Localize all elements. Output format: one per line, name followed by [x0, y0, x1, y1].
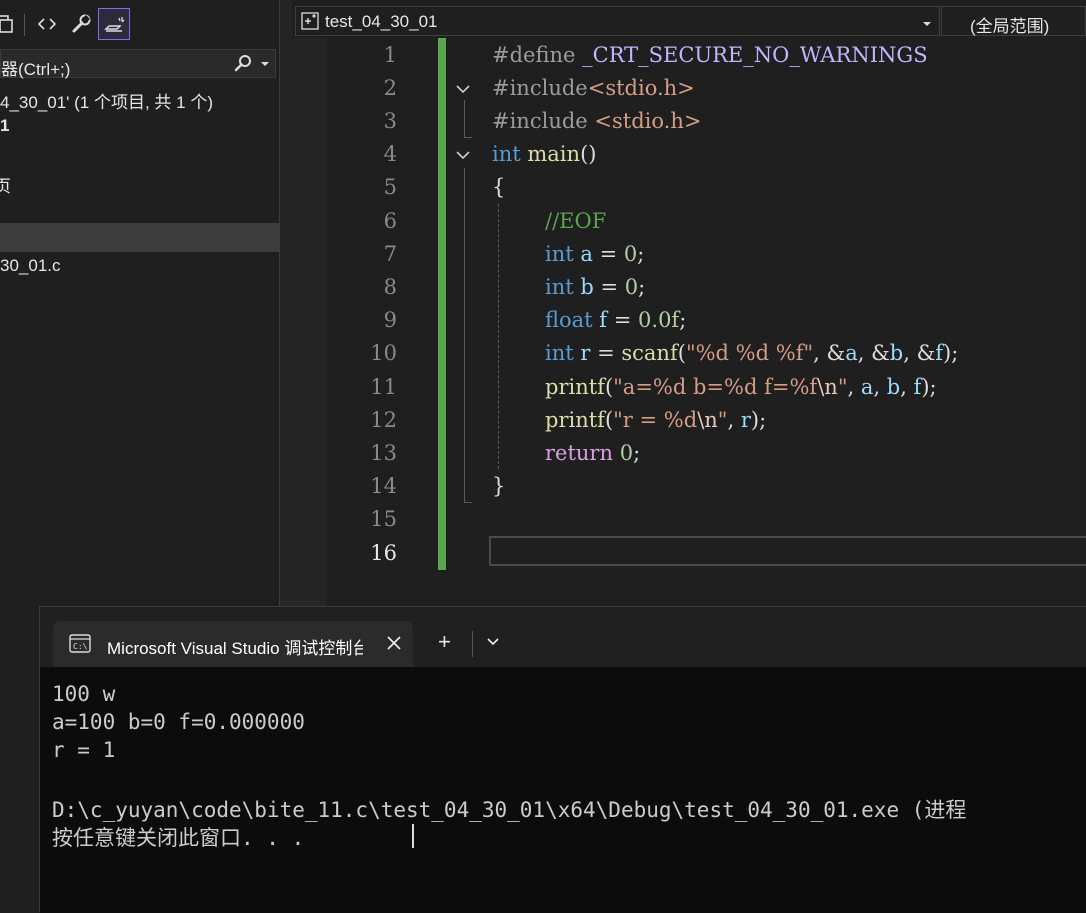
line-number: 14 — [370, 474, 397, 498]
tab-separator — [472, 631, 473, 657]
wrench-icon[interactable] — [65, 8, 97, 40]
collapse-all-icon[interactable] — [0, 8, 20, 40]
indent-guide — [498, 204, 499, 469]
selected-tree-row[interactable] — [0, 223, 279, 252]
terminal-output[interactable]: 100 w a=100 b=0 f=0.000000 r = 1 D:\c_yu… — [40, 667, 1086, 913]
terminal-line: r = 1 — [52, 738, 116, 762]
terminal-line: D:\c_yuyan\code\bite_11.c\test_04_30_01\… — [52, 798, 967, 822]
code-line-12: printf("r = %d\n", r); — [545, 408, 767, 432]
fold-guide — [464, 100, 465, 138]
search-input[interactable]: 器(Ctrl+;) — [0, 49, 276, 79]
search-placeholder: 器(Ctrl+;) — [1, 60, 71, 79]
change-tracking-bar — [438, 38, 446, 570]
line-number: 12 — [370, 408, 397, 432]
line-number: 4 — [383, 142, 397, 166]
code-line-5: { — [492, 175, 506, 199]
line-number: 9 — [383, 308, 397, 332]
code-line-2: #include<stdio.h> — [492, 76, 695, 100]
fold-guide-end — [464, 502, 472, 503]
line-number: 3 — [383, 109, 397, 133]
line-number: 11 — [370, 375, 397, 399]
project-dropdown[interactable]: test_04_30_01 — [295, 6, 940, 36]
preview-selected-icon[interactable] — [98, 8, 130, 40]
svg-text:C:\: C:\ — [73, 642, 88, 651]
close-icon[interactable] — [385, 634, 403, 657]
terminal-line: 按任意键关闭此窗口. . . — [52, 826, 305, 850]
cpp-project-icon — [301, 12, 319, 35]
toolbar-separator — [24, 14, 25, 36]
dropdown-chevron-icon — [922, 16, 932, 34]
current-line-number: 16 — [370, 541, 397, 565]
line-number: 2 — [383, 76, 397, 100]
code-editor[interactable]: 1 2 3 4 5 6 7 8 9 10 11 12 13 14 15 16 #… — [291, 38, 1086, 608]
fold-chevron-icon[interactable] — [454, 146, 472, 164]
code-line-13: return 0; — [545, 441, 641, 465]
text-cursor — [412, 824, 414, 848]
code-line-7: int a = 0; — [545, 242, 645, 266]
line-number: 10 — [370, 341, 397, 365]
code-line-1: #define _CRT_SECURE_NO_WARNINGS — [492, 43, 928, 67]
fold-chevron-icon[interactable] — [454, 80, 472, 98]
line-number: 13 — [370, 441, 397, 465]
search-options-chevron-icon[interactable] — [259, 56, 271, 75]
console-icon: C:\ — [69, 634, 91, 659]
solution-explorer-toolbar — [0, 0, 279, 46]
line-number: 15 — [370, 507, 397, 531]
code-line-8: int b = 0; — [545, 275, 646, 299]
code-line-11: printf("a=%d b=%d f=%f\n", a, b, f); — [545, 375, 937, 399]
line-number: 1 — [383, 43, 397, 67]
terminal-line: a=100 b=0 f=0.000000 — [52, 710, 305, 734]
editor-margin — [291, 38, 327, 608]
solution-explorer-panel: 器(Ctrl+;) 4_30_01' (1 个项目, 共 1 个) 1 页 30… — [0, 0, 279, 608]
search-icon[interactable] — [233, 54, 253, 79]
code-line-9: float f = 0.0f; — [545, 308, 687, 332]
code-line-4: int main() — [492, 142, 597, 166]
line-number: 8 — [383, 275, 397, 299]
code-view-icon[interactable] — [31, 8, 63, 40]
scope-dropdown-label: (全局范围) — [970, 17, 1050, 36]
terminal-line: 100 w — [52, 682, 116, 706]
new-tab-button[interactable]: + — [438, 629, 451, 655]
debug-console-window: C:\ Microsoft Visual Studio 调试控制台 + 100 … — [39, 606, 1086, 913]
terminal-tab[interactable]: C:\ Microsoft Visual Studio 调试控制台 — [53, 621, 413, 667]
project-dropdown-label: test_04_30_01 — [325, 12, 438, 31]
tree-item[interactable]: 页 — [0, 172, 11, 197]
source-file-node[interactable]: 30_01.c — [0, 256, 61, 276]
dropdown-chevron-icon[interactable] — [486, 635, 500, 653]
code-line-3: #include <stdio.h> — [492, 109, 702, 133]
solution-node[interactable]: 4_30_01' (1 个项目, 共 1 个) — [0, 88, 213, 113]
terminal-tab-title: Microsoft Visual Studio 调试控制台 — [107, 639, 363, 658]
line-number: 6 — [383, 209, 397, 233]
code-line-6: //EOF — [545, 209, 607, 233]
fold-guide-end — [464, 137, 472, 138]
current-line-highlight — [489, 536, 1086, 566]
terminal-tab-bar: C:\ Microsoft Visual Studio 调试控制台 + — [40, 607, 1086, 667]
editor-navigation-bar: test_04_30_01 (全局范围) — [291, 6, 1086, 38]
line-number: 5 — [383, 175, 397, 199]
scope-dropdown[interactable]: (全局范围) — [941, 6, 1086, 36]
code-line-14: } — [492, 474, 506, 498]
code-line-10: int r = scanf("%d %d %f", &a, &b, &f); — [545, 341, 959, 365]
fold-guide — [464, 168, 465, 503]
line-number: 7 — [383, 242, 397, 266]
project-node[interactable]: 1 — [0, 116, 9, 136]
